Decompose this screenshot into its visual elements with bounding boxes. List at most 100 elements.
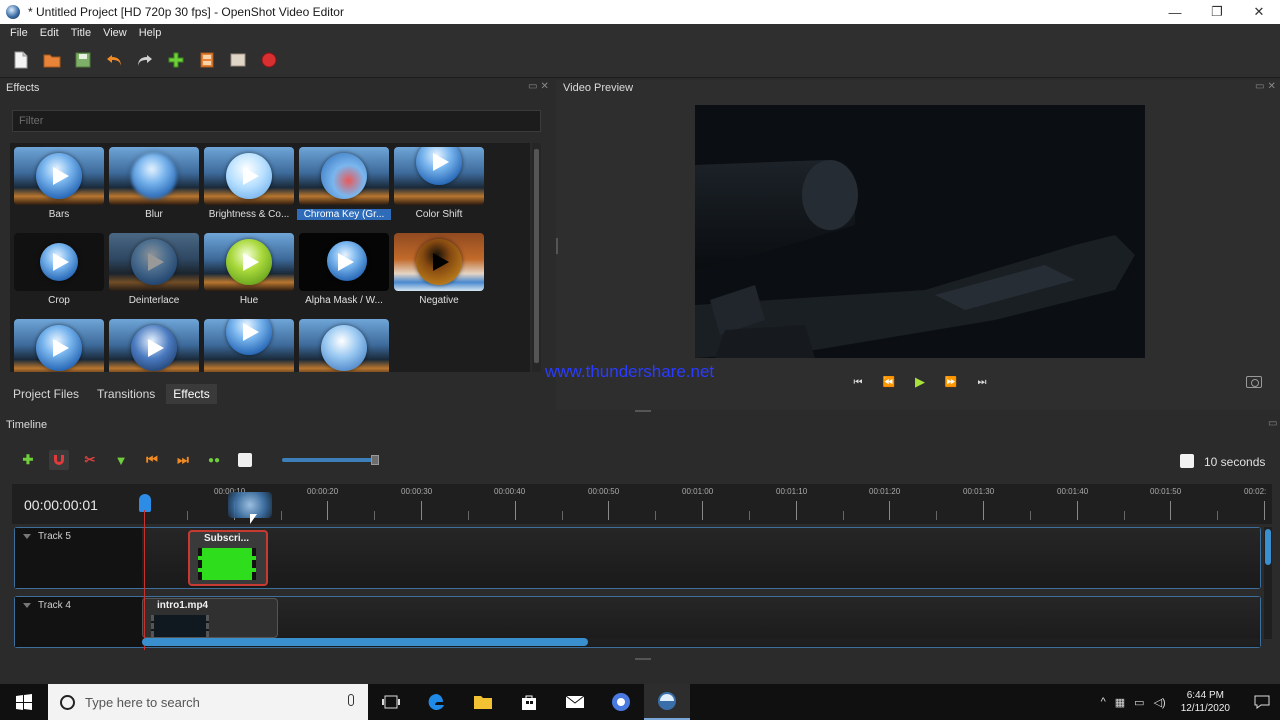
jump-end-button[interactable]: ⏭ (974, 374, 990, 390)
camera-icon[interactable] (1246, 376, 1262, 388)
ruler-minor-tick (468, 511, 469, 520)
clip-intro[interactable]: intro1.mp4 (142, 598, 278, 638)
effect-brightness-contrast[interactable]: Brightness & Co... (202, 145, 296, 227)
menu-edit[interactable]: Edit (40, 27, 59, 39)
effects-filter-input[interactable] (12, 110, 541, 132)
razor-tool-button[interactable]: ✂ (80, 450, 100, 470)
menu-title[interactable]: Title (71, 27, 91, 39)
timeline-vscroll-thumb[interactable] (1265, 529, 1271, 565)
effect-tile[interactable] (297, 317, 391, 372)
effect-tile[interactable] (202, 317, 296, 372)
maximize-button[interactable]: ❐ (1196, 0, 1238, 24)
preview-dock-controls[interactable]: ▭✕ (1255, 81, 1279, 92)
effects-scrollbar-thumb[interactable] (534, 149, 539, 363)
panel-splitter-vertical[interactable] (556, 238, 558, 254)
taskbar-search[interactable]: Type here to search (48, 684, 368, 720)
save-project-button[interactable] (72, 49, 94, 71)
track-header[interactable]: Track 5 (15, 528, 142, 588)
menu-file[interactable]: File (10, 27, 28, 39)
clip-thumbnail (151, 615, 209, 637)
microphone-icon[interactable] (348, 694, 354, 706)
effect-tile[interactable] (12, 317, 106, 372)
open-project-button[interactable] (41, 49, 63, 71)
panel-splitter-horizontal[interactable] (635, 410, 651, 412)
effect-blur[interactable]: Blur (107, 145, 201, 227)
effects-dock-controls[interactable]: ▭✕ (528, 81, 552, 92)
clip-subscribe[interactable]: Subscri... (188, 530, 268, 586)
effect-color-shift[interactable]: Color Shift (392, 145, 486, 227)
new-project-button[interactable] (10, 49, 32, 71)
export-video-button[interactable] (258, 49, 280, 71)
timeline-scrollbar-thumb[interactable] (142, 638, 588, 646)
minimize-button[interactable]: — (1154, 0, 1196, 24)
effect-chroma-key[interactable]: Chroma Key (Gr... (297, 145, 391, 227)
effect-tile[interactable] (107, 317, 201, 372)
tab-effects[interactable]: Effects (166, 384, 217, 404)
watermark-text: www.thundershare.net (545, 362, 715, 381)
next-marker-button[interactable]: ⏭ (173, 450, 193, 470)
show-hidden-icons-icon[interactable]: ^ (1101, 696, 1106, 708)
effect-negative[interactable]: Negative (392, 231, 486, 313)
ruler-label: 00:00:50 (588, 487, 620, 496)
ruler-label: 00:01:30 (963, 487, 995, 496)
effect-crop[interactable]: Crop (12, 231, 106, 313)
fullscreen-button[interactable] (227, 49, 249, 71)
zoom-slider-handle[interactable] (371, 455, 379, 465)
timeline-zoom-slider[interactable] (282, 455, 379, 465)
zoom-in-button[interactable] (1180, 454, 1194, 468)
track-body[interactable] (142, 528, 1260, 588)
center-timeline-button[interactable]: ●● (204, 450, 224, 470)
play-icon (148, 339, 164, 357)
effect-bars[interactable]: Bars (12, 145, 106, 227)
battery-icon[interactable]: ▭ (1134, 696, 1144, 709)
import-files-button[interactable] (165, 49, 187, 71)
fullscreen-icon (230, 53, 246, 66)
system-clock[interactable]: 6:44 PM 12/11/2020 (1181, 689, 1230, 715)
playhead-handle[interactable] (139, 494, 151, 512)
menu-view[interactable]: View (103, 27, 127, 39)
tab-transitions[interactable]: Transitions (90, 384, 162, 404)
task-view-button[interactable] (368, 684, 414, 720)
redo-button[interactable] (134, 49, 156, 71)
menu-help[interactable]: Help (139, 27, 162, 39)
start-button[interactable] (0, 684, 48, 720)
action-center-button[interactable] (1244, 684, 1280, 720)
effect-label: Bars (48, 209, 70, 220)
fast-forward-button[interactable]: ⏩ (943, 374, 959, 390)
bottom-splitter[interactable] (635, 658, 651, 660)
timeline-dock-controls[interactable]: ▭ (1268, 418, 1280, 429)
effects-panel-title: Effects (6, 82, 40, 94)
effect-hue[interactable]: Hue (202, 231, 296, 313)
play-button[interactable]: ▶ (912, 374, 928, 390)
store-button[interactable] (506, 684, 552, 720)
effect-alpha-mask-wipe[interactable]: Alpha Mask / W... (297, 231, 391, 313)
openshot-taskbar-button[interactable] (644, 684, 690, 720)
track-menu-icon[interactable] (23, 603, 31, 608)
effects-scrollbar[interactable] (532, 143, 541, 372)
close-button[interactable]: ✕ (1238, 0, 1280, 24)
clip-title: intro1.mp4 (157, 600, 209, 611)
timeline-vertical-scrollbar[interactable] (1264, 527, 1272, 639)
rewind-button[interactable]: ⏪ (881, 374, 897, 390)
timeline-title: Timeline (6, 419, 48, 431)
track-menu-icon[interactable] (23, 534, 31, 539)
snapping-toggle-button[interactable] (49, 450, 69, 470)
add-track-button[interactable]: ✚ (18, 450, 38, 470)
choose-profile-button[interactable] (196, 49, 218, 71)
tab-project-files[interactable]: Project Files (6, 384, 86, 404)
undo-button[interactable] (103, 49, 125, 71)
effect-deinterlace[interactable]: Deinterlace (107, 231, 201, 313)
network-icon[interactable]: ▦ (1115, 696, 1125, 709)
file-explorer-button[interactable] (460, 684, 506, 720)
zoom-out-button[interactable] (235, 450, 255, 470)
edge-browser-button[interactable] (414, 684, 460, 720)
previous-marker-button[interactable]: ⏮ (142, 450, 162, 470)
mail-button[interactable] (552, 684, 598, 720)
track-header[interactable]: Track 4 (15, 597, 142, 647)
effect-thumbnail (109, 233, 199, 291)
timeline-horizontal-scrollbar[interactable] (142, 638, 1260, 646)
jump-start-button[interactable]: ⏮ (850, 374, 866, 390)
add-marker-button[interactable]: ▼ (111, 450, 131, 470)
chrome-button[interactable] (598, 684, 644, 720)
volume-icon[interactable]: ◁) (1154, 696, 1166, 709)
